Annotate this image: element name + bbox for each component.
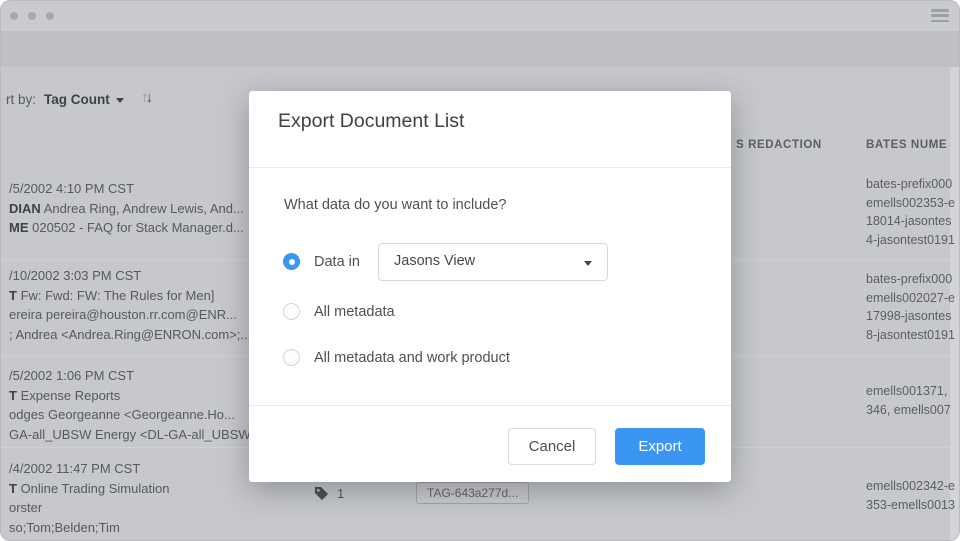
document-row[interactable]: /10/2002 3:03 PM CST T Fw: Fwd: FW: The …	[9, 266, 259, 344]
doc-meta: ereira pereira@houston.rr.com@ENR...	[9, 307, 237, 322]
hamburger-menu-icon[interactable]	[931, 9, 949, 23]
window-control-dot[interactable]	[46, 12, 54, 20]
window-control-dot[interactable]	[10, 12, 18, 20]
doc-meta: orster	[9, 500, 43, 515]
document-row[interactable]: /4/2002 11:47 PM CST T Online Trading Si…	[9, 459, 259, 537]
doc-meta: T Online Trading Simulation	[9, 480, 170, 496]
document-row[interactable]: /5/2002 1:06 PM CST T Expense Reports od…	[9, 366, 259, 444]
tag-count: 1	[337, 486, 345, 501]
chevron-down-icon	[115, 97, 124, 103]
sort-control[interactable]: rt by: Tag Count	[6, 92, 124, 107]
radio-all-metadata-label[interactable]: All metadata	[314, 304, 395, 320]
radio-all-metadata-work-product[interactable]	[283, 349, 300, 366]
sort-descending-icon[interactable]: ↓	[146, 89, 154, 106]
doc-meta: T Fw: Fwd: FW: The Rules for Men]	[9, 287, 215, 303]
sort-value[interactable]: Tag Count	[44, 92, 110, 107]
view-select-value: Jasons View	[394, 253, 476, 269]
modal-question: What data do you want to include?	[284, 197, 507, 213]
column-header-redaction[interactable]: S REDACTION	[736, 139, 822, 151]
doc-meta: ME 020502 - FAQ for Stack Manager.d...	[9, 220, 244, 235]
bates-numbers: emells002342-e 353-emells0013	[866, 479, 955, 512]
window-control-dot[interactable]	[28, 12, 36, 20]
cancel-button[interactable]: Cancel	[508, 428, 596, 465]
modal-footer-divider	[249, 405, 731, 406]
doc-date: /4/2002 11:47 PM CST	[9, 461, 141, 476]
doc-meta: T Expense Reports	[9, 387, 121, 403]
export-button[interactable]: Export	[615, 428, 705, 465]
toolbar-band	[1, 31, 959, 67]
bates-numbers: emells001371, 346, emells007	[866, 384, 951, 417]
doc-meta: odges Georgeanne <Georgeanne.Ho...	[9, 407, 235, 422]
document-row[interactable]: /5/2002 4:10 PM CST DIAN Andrea Ring, An…	[9, 179, 259, 238]
sort-by-label: rt by:	[6, 92, 37, 107]
doc-date: /5/2002 1:06 PM CST	[9, 368, 135, 383]
chevron-down-icon	[584, 261, 592, 266]
doc-date: /5/2002 4:10 PM CST	[9, 181, 135, 196]
tag-chip[interactable]: TAG-643a277d...	[416, 482, 530, 504]
modal-title: Export Document List	[278, 110, 465, 132]
doc-meta: so;Tom;Belden;Tim	[9, 519, 120, 535]
doc-meta: DIAN Andrea Ring, Andrew Lewis, And...	[9, 200, 244, 216]
bates-numbers: bates-prefix000 emells002027-e 17998-jaso…	[866, 272, 955, 343]
doc-date: /10/2002 3:03 PM CST	[9, 268, 142, 283]
column-header-bates[interactable]: BATES NUME	[866, 139, 947, 151]
app-window: rt by: Tag Count ↑↓ S REDACTION BATES NUM…	[0, 0, 960, 541]
modal-header-divider	[249, 167, 731, 168]
doc-meta: GA-all_UBSW Energy <DL-GA-all_UBSW...	[9, 426, 259, 442]
radio-data-in-label[interactable]: Data in	[314, 254, 360, 270]
doc-meta: ; Andrea <Andrea.Ring@ENRON.com>;...	[9, 326, 252, 342]
view-select[interactable]: Jasons View	[378, 243, 608, 281]
export-document-list-modal: Export Document List What data do you wa…	[249, 91, 731, 482]
bates-numbers: bates-prefix000 emells002353-e 18014-jaso…	[866, 177, 955, 248]
sort-direction-toggle[interactable]: ↑↓	[141, 89, 153, 106]
radio-data-in[interactable]	[283, 253, 300, 270]
radio-all-metadata-work-product-label[interactable]: All metadata and work product	[314, 350, 510, 366]
window-titlebar	[1, 1, 959, 31]
radio-all-metadata[interactable]	[283, 303, 300, 320]
tag-icon	[314, 486, 329, 506]
